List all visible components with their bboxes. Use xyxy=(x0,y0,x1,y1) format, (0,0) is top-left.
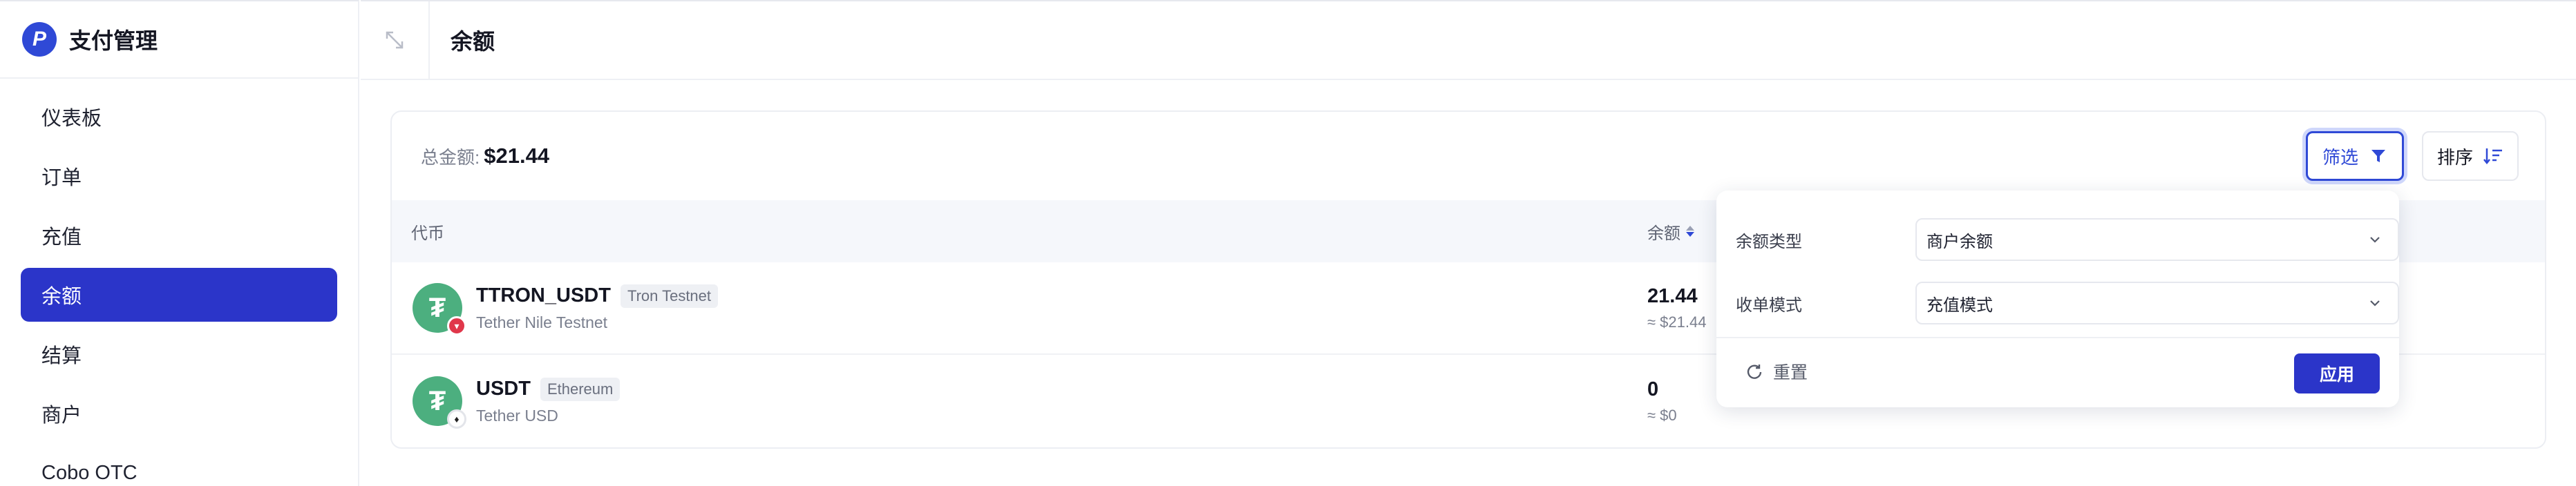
tron-chain-icon: ▾ xyxy=(447,316,466,336)
column-currency: 代币 xyxy=(411,224,444,243)
total-label: 总金额: xyxy=(421,146,480,168)
filter-button[interactable]: 筛选 xyxy=(2306,131,2404,181)
tether-icon: ₮ ▾ xyxy=(413,283,466,336)
balance-type-label: 余额类型 xyxy=(1736,232,1802,251)
filter-popover: 余额类型 商户余额 收单模式 充值模式 重置 应用 xyxy=(1716,191,2399,407)
brand: P 支付管理 xyxy=(0,1,358,79)
network-badge: Ethereum xyxy=(540,377,621,401)
sort-label: 排序 xyxy=(2436,146,2473,168)
balance-usd: ≈ $21.44 xyxy=(1647,313,1707,331)
collection-mode-value: 充值模式 xyxy=(1926,295,1993,315)
balance-cell: 21.44 ≈ $21.44 xyxy=(1647,285,1706,331)
reset-icon xyxy=(1747,364,1762,379)
top-bar: 余额 xyxy=(361,0,2576,80)
coin-full-name: Tether Nile Testnet xyxy=(476,313,608,331)
balance-amount: 21.44 xyxy=(1647,284,1698,307)
filter-icon xyxy=(2371,150,2385,162)
sidebar-nav: 仪表板 订单 充值 余额 结算 商户 Cobo OTC xyxy=(0,79,358,486)
coin-symbol: USDT xyxy=(476,378,531,400)
app-title: 支付管理 xyxy=(69,28,158,53)
collection-mode-label: 收单模式 xyxy=(1736,295,1802,315)
network-badge: Tron Testnet xyxy=(620,284,719,308)
column-balance[interactable]: 余额 xyxy=(1647,220,1694,244)
balance-usd: ≈ $0 xyxy=(1647,406,1677,424)
balance-type-select[interactable]: 商户余额 xyxy=(1915,218,2399,261)
balance-type-row: 余额类型 商户余额 xyxy=(1736,218,2399,261)
collection-mode-select[interactable]: 充值模式 xyxy=(1915,282,2399,324)
page-title: 余额 xyxy=(451,29,495,54)
card-header: 总金额: $21.44 xyxy=(392,112,2545,200)
sidebar: P 支付管理 仪表板 订单 充值 余额 结算 商户 Cobo OTC xyxy=(0,0,359,486)
tether-icon: ₮ ♦ xyxy=(413,376,466,429)
ethereum-chain-icon: ♦ xyxy=(447,409,466,429)
popover-divider xyxy=(1716,337,2399,338)
filter-label: 筛选 xyxy=(2322,146,2358,168)
apply-button[interactable]: 应用 xyxy=(2294,353,2380,393)
brand-logo: P xyxy=(22,22,57,57)
chevron-down-icon xyxy=(2370,237,2380,243)
sidebar-item-merchants[interactable]: 商户 xyxy=(21,387,337,440)
chevron-down-icon xyxy=(2370,300,2380,307)
sidebar-item-cobo-otc[interactable]: Cobo OTC xyxy=(21,446,337,486)
column-balance-label: 余额 xyxy=(1647,224,1680,243)
sidebar-item-settlement[interactable]: 结算 xyxy=(21,327,337,381)
currency-cell: TTRON_USDT Tron Testnet Tether Nile Test… xyxy=(476,284,719,332)
coin-full-name: Tether USD xyxy=(476,406,558,425)
sort-button[interactable]: 排序 xyxy=(2422,131,2519,181)
collection-mode-row: 收单模式 充值模式 xyxy=(1736,282,2399,324)
sidebar-item-balance[interactable]: 余额 xyxy=(21,268,337,322)
sidebar-item-dashboard[interactable]: 仪表板 xyxy=(21,90,337,144)
currency-cell: USDT Ethereum Tether USD xyxy=(476,377,621,425)
balance-type-value: 商户余额 xyxy=(1926,232,1993,251)
balance-amount: 0 xyxy=(1647,378,1659,400)
coin-symbol: TTRON_USDT xyxy=(476,284,611,307)
expand-arrows-icon[interactable] xyxy=(361,1,430,79)
sort-arrows-icon[interactable] xyxy=(1686,226,1694,237)
sort-icon xyxy=(2483,148,2502,165)
sidebar-item-orders[interactable]: 订单 xyxy=(21,149,337,203)
balance-cell: 0 ≈ $0 xyxy=(1647,378,1677,425)
reset-label: 重置 xyxy=(1773,363,1808,382)
total-value: $21.44 xyxy=(484,144,550,168)
sidebar-item-deposit[interactable]: 充值 xyxy=(21,208,337,262)
reset-button[interactable]: 重置 xyxy=(1745,359,1808,384)
